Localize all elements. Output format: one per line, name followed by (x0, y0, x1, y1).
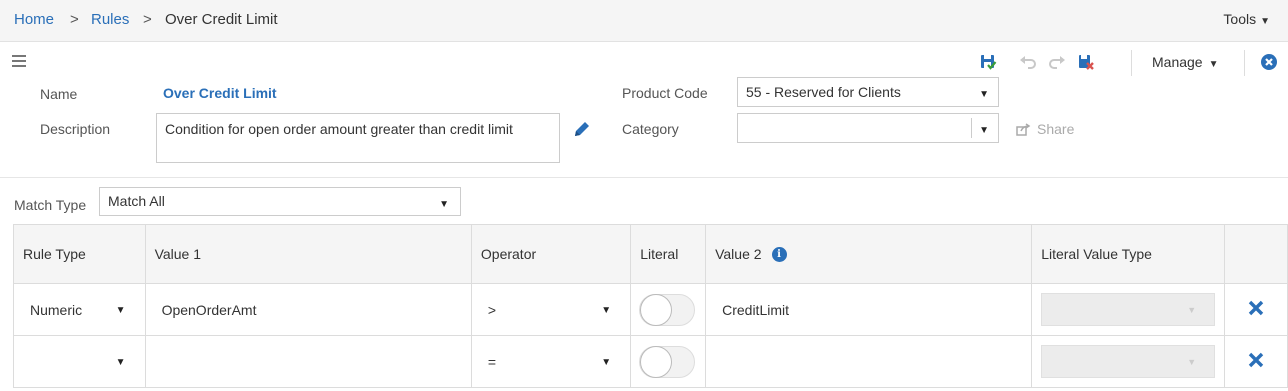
rules-table: Rule Type Value 1 Operator Literal Value… (13, 224, 1288, 388)
delete-row-icon[interactable] (1248, 300, 1264, 316)
literal-value-type-cell: ▼ (1031, 283, 1226, 336)
caret-down-icon: ▼ (601, 357, 612, 368)
operator-value: = (487, 353, 497, 370)
toggle-knob (640, 293, 673, 326)
operator-select[interactable]: = ▼ (470, 335, 632, 388)
literal-value-type-cell: ▼ (1031, 335, 1226, 388)
close-circle-icon[interactable] (1259, 52, 1279, 72)
rule-type-value (23, 354, 30, 370)
delete-row-icon[interactable] (1248, 352, 1264, 368)
literal-cell (630, 283, 707, 336)
select-divider (971, 118, 972, 138)
breadcrumb-current: Over Credit Limit (165, 11, 278, 28)
manage-menu[interactable]: Manage ▼ (1152, 54, 1219, 70)
manage-label: Manage (1152, 54, 1203, 70)
description-label: Description (40, 121, 111, 137)
column-header: Rule Type (13, 224, 146, 284)
undo-icon[interactable] (1018, 52, 1038, 72)
share-icon (1016, 122, 1031, 136)
table-row: Numeric ▼ OpenOrderAmt > ▼ CreditLimit ▼ (13, 283, 1288, 336)
caret-down-icon: ▼ (979, 89, 989, 100)
breadcrumb-home[interactable]: Home (14, 11, 54, 28)
value1-text (155, 354, 162, 370)
hamburger-menu-icon[interactable] (12, 55, 26, 70)
column-header: Operator (470, 224, 632, 284)
caret-down-icon: ▼ (1208, 59, 1219, 70)
table-row: ▼ = ▼ ▼ (13, 335, 1288, 388)
value2-input[interactable] (705, 335, 1033, 388)
match-type-label: Match Type (14, 197, 87, 213)
caret-down-icon: ▼ (1187, 357, 1197, 367)
product-code-label: Product Code (622, 85, 708, 101)
top-bar: Home > Rules > Over Credit Limit Tools ▼ (0, 0, 1288, 42)
name-value: Over Credit Limit (163, 85, 277, 101)
caret-down-icon: ▼ (1260, 16, 1270, 27)
product-code-value: 55 - Reserved for Clients (746, 84, 901, 100)
redo-icon[interactable] (1047, 52, 1067, 72)
delete-row-cell (1224, 335, 1288, 388)
value1-input[interactable]: OpenOrderAmt (144, 283, 472, 336)
operator-value: > (487, 301, 497, 318)
column-header-value2: Value 2 i (705, 224, 1033, 284)
literal-value-type-select: ▼ (1041, 345, 1216, 378)
category-label: Category (622, 121, 679, 137)
operator-select[interactable]: > ▼ (470, 283, 632, 336)
breadcrumb-separator: > (143, 11, 152, 28)
rule-type-select[interactable]: Numeric ▼ (13, 283, 146, 336)
caret-down-icon: ▼ (115, 357, 126, 368)
caret-down-icon: ▼ (979, 125, 989, 136)
tools-menu[interactable]: Tools ▼ (1223, 11, 1270, 27)
section-divider (0, 177, 1288, 178)
toggle-knob (640, 345, 673, 378)
value1-input[interactable] (144, 335, 472, 388)
caret-down-icon: ▼ (601, 305, 612, 316)
value1-text: OpenOrderAmt (161, 301, 257, 318)
save-icon[interactable] (978, 52, 998, 72)
info-icon[interactable]: i (771, 247, 787, 263)
edit-pencil-icon[interactable] (572, 119, 592, 142)
caret-down-icon: ▼ (115, 305, 126, 316)
toolbar-divider (1244, 50, 1245, 76)
column-header-label: Value 2 (715, 245, 762, 262)
column-header: Literal (630, 224, 707, 284)
table-header-row: Rule Type Value 1 Operator Literal Value… (13, 224, 1288, 284)
delete-row-cell (1224, 283, 1288, 336)
rule-type-select[interactable]: ▼ (13, 335, 146, 388)
value2-input[interactable]: CreditLimit (705, 283, 1033, 336)
column-header (1224, 224, 1288, 284)
breadcrumb-rules[interactable]: Rules (91, 11, 129, 28)
value2-text: CreditLimit (722, 301, 789, 318)
value2-text (715, 354, 722, 370)
toolbar-divider (1131, 50, 1132, 76)
caret-down-icon: ▼ (439, 199, 449, 210)
name-label: Name (40, 86, 78, 102)
delete-icon[interactable] (1076, 52, 1096, 72)
match-type-value: Match All (108, 193, 165, 209)
share-label: Share (1037, 121, 1075, 137)
category-select[interactable]: ▼ (737, 113, 999, 143)
tools-label: Tools (1223, 11, 1257, 27)
product-code-select[interactable]: 55 - Reserved for Clients ▼ (737, 77, 999, 107)
description-value: Condition for open order amount greater … (165, 121, 513, 137)
caret-down-icon: ▼ (1187, 305, 1197, 315)
literal-toggle[interactable] (639, 345, 696, 378)
breadcrumb-separator: > (70, 11, 79, 28)
column-header: Value 1 (144, 224, 472, 284)
column-header: Literal Value Type (1031, 224, 1226, 284)
literal-cell (630, 335, 707, 388)
share-button[interactable]: Share (1016, 121, 1074, 137)
literal-value-type-select: ▼ (1041, 293, 1216, 326)
match-type-select[interactable]: Match All ▼ (99, 187, 461, 216)
rule-type-value: Numeric (30, 301, 83, 318)
literal-toggle[interactable] (639, 293, 696, 326)
description-field[interactable]: Condition for open order amount greater … (156, 113, 560, 163)
